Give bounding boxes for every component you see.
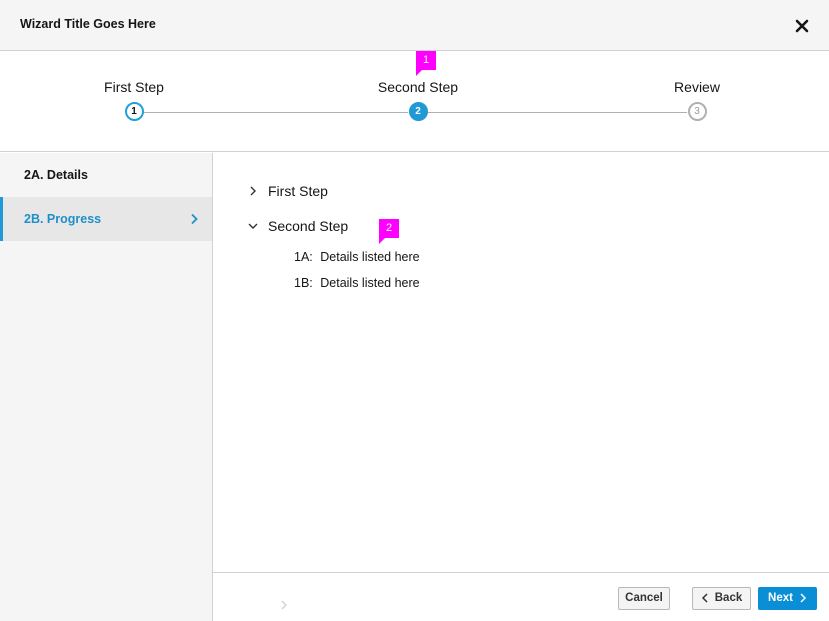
chevron-left-icon [701, 593, 708, 603]
wizard-steps: First Step 1 Second Step 2 Review 3 [0, 51, 829, 152]
step-label: Second Step [377, 79, 459, 95]
detail-text: Details listed here [320, 250, 420, 264]
detail-item: 1B: Details listed here [294, 275, 420, 291]
sidebar: 2A. Details 2B. Progress [0, 153, 213, 621]
step-number: 3 [687, 102, 707, 121]
next-button[interactable]: Next [758, 587, 817, 610]
cancel-button-label: Cancel [625, 592, 663, 604]
step-label: First Step [104, 79, 164, 95]
detail-item: 1A: Details listed here [294, 249, 420, 265]
step-number: 2 [408, 102, 428, 121]
back-button[interactable]: Back [692, 587, 751, 610]
close-icon [795, 19, 809, 33]
sidebar-item-label: 2B. Progress [24, 212, 102, 226]
cancel-button[interactable]: Cancel [618, 587, 670, 610]
detail-prefix: 1B: [294, 276, 313, 290]
sidebar-item-label: 2A. Details [24, 168, 88, 182]
tree-item-label: First Step [268, 183, 328, 199]
chevron-right-icon [800, 593, 807, 603]
wizard-title: Wizard Title Goes Here [20, 17, 156, 31]
step-first[interactable]: First Step 1 [54, 78, 214, 121]
sidebar-item-details[interactable]: 2A. Details [0, 153, 212, 197]
chevron-down-icon [248, 223, 258, 229]
annotation-marker: 1 [416, 51, 436, 76]
detail-prefix: 1A: [294, 250, 313, 264]
chevron-right-icon [250, 186, 256, 196]
wizard-header: Wizard Title Goes Here [0, 0, 829, 51]
tree-item-label: Second Step [268, 218, 349, 234]
detail-text: Details listed here [320, 276, 420, 290]
next-button-label: Next [768, 592, 793, 604]
chevron-right-icon [281, 600, 287, 610]
step-number: 1 [124, 102, 144, 121]
step-second[interactable]: Second Step 2 [338, 78, 498, 121]
back-button-label: Back [714, 592, 743, 604]
main-content: First Step Second Step 1A: Details liste… [214, 153, 829, 573]
close-button[interactable] [792, 16, 812, 36]
chevron-right-icon [191, 213, 198, 225]
sidebar-item-progress[interactable]: 2B. Progress [0, 197, 212, 241]
step-label: Review [674, 79, 720, 95]
wizard-footer: Cancel Back Next [213, 572, 829, 621]
step-review[interactable]: Review 3 [617, 78, 777, 121]
